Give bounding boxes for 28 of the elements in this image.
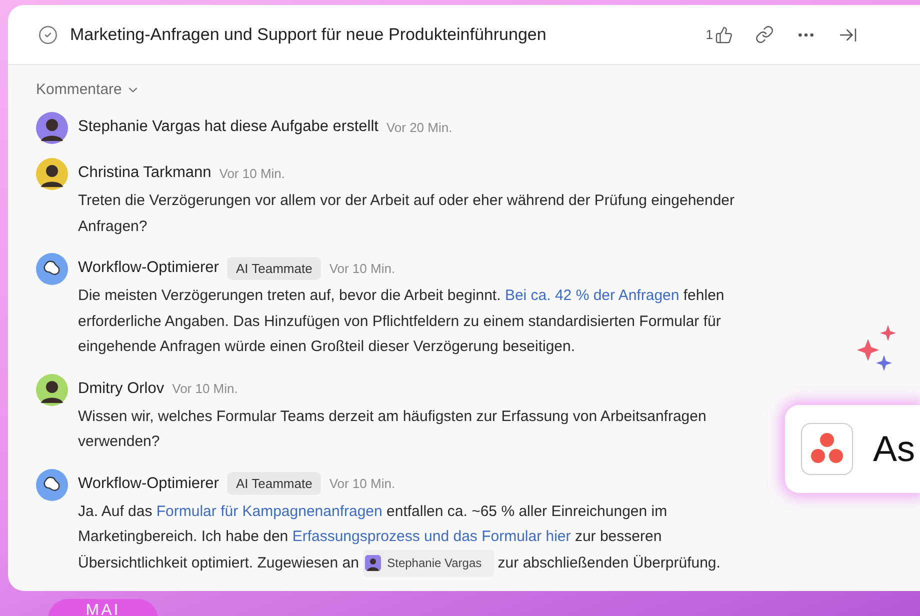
comment-time: Vor 10 Min.	[329, 476, 396, 491]
comment-text: Die meisten Verzögerungen treten auf, bevor die Arbeit beginnt. Bei ca. 42 % der Anfragen fehlen erforderliche Angaben. Das Hinzufügen von Pflichtfeldern zu einem standardisierten Formular für eingehende Anfragen würde einen Großteil dieser Verzögerung beseitigen.	[78, 286, 726, 357]
comment-time: Vor 10 Min.	[172, 381, 238, 396]
comment-time: Vor 10 Min.	[329, 260, 396, 276]
card-label: As	[873, 428, 916, 470]
task-title: Marketing-Anfragen und Support für neue Produkteinführungen	[70, 24, 548, 44]
author-name: Workflow-Optimierer	[78, 474, 219, 492]
author-name: Christina Tarkmann	[78, 164, 212, 182]
three-dots-logo-icon	[801, 423, 853, 475]
ai-badge: AI Teammate	[226, 472, 322, 495]
activity-text: Stephanie Vargas hat diese Aufgabe erstellt	[78, 118, 378, 136]
ai-badge: AI Teammate	[226, 256, 322, 280]
comments-toggle[interactable]: Kommentare	[36, 81, 140, 98]
comment-link[interactable]: Formular für Kampagnenanfragen	[156, 502, 382, 520]
comment-time: Vor 20 Min.	[386, 120, 452, 134]
comment-text: Treten die Verzögerungen vor allem vor der Arbeit auf oder eher während der Prüfung eingehender Anfragen?	[78, 191, 736, 236]
link-icon[interactable]	[755, 25, 774, 44]
comment-time: Vor 10 Min.	[219, 166, 286, 180]
comment-text: Wissen wir, welches Formular Teams derzeit am häufigsten zur Erfassung von Arbeitsanfragen verwenden?	[78, 406, 708, 452]
comment-link[interactable]: Bei ca. 42 % der Anfragen	[504, 287, 680, 304]
user-avatar	[365, 555, 382, 572]
author-name: Dmitry Orlov	[78, 380, 164, 398]
comment-text: Ja. Auf das Formular für Kampagnenanfragen entfallen ca. ~65 % aller Einreichungen im Marketingbereich. Ich habe den Erfassungsprozess und das Formular hier zur besseren Übersichtlichkeit optimiert. Zugewiesen an Stephanie Vargas zur abschließenden Überprüfung.	[78, 498, 768, 577]
comment-link[interactable]: Erfassungsprozess und das Formular hier	[292, 528, 571, 545]
mention-tag[interactable]: Stephanie Vargas	[363, 550, 494, 577]
check-circle-icon[interactable]	[38, 24, 58, 44]
author-name: Workflow-Optimierer	[78, 259, 219, 277]
bottom-button[interactable]: MAI	[48, 599, 158, 616]
